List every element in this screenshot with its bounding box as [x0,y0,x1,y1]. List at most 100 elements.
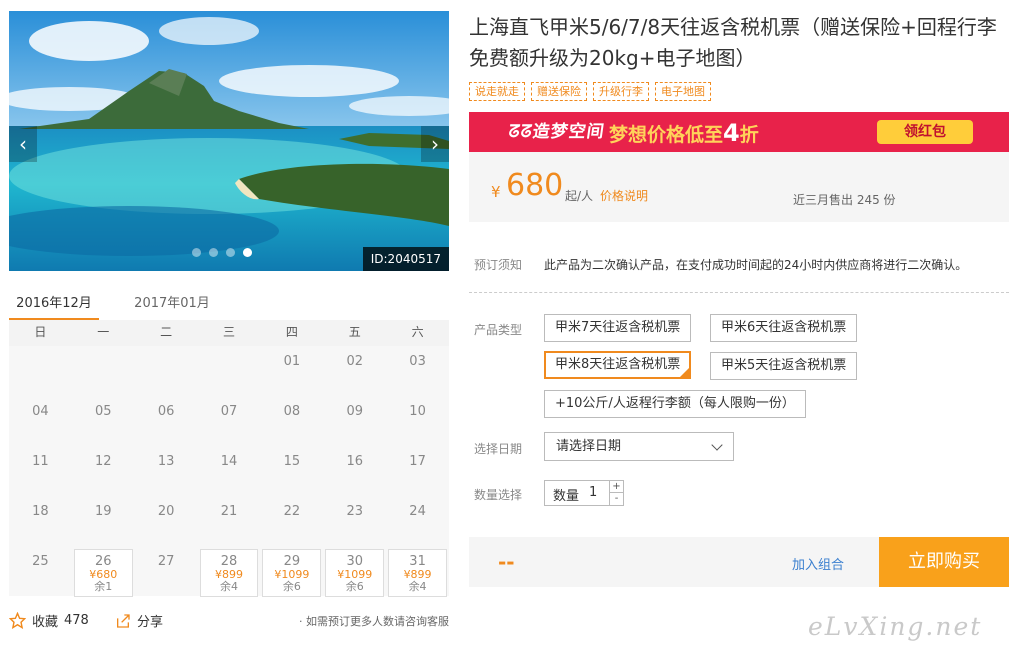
price-unit: 起/人 [565,189,594,203]
day-number: 20 [157,504,175,519]
month-tabs: 2016年12月 2017年01月 [9,287,449,321]
feature-tags: 说走就走 赠送保险 升级行李 电子地图 [469,82,711,101]
day-number: 24 [409,504,426,519]
date-select[interactable]: 请选择日期 [544,432,734,461]
calendar-day: 20 [135,496,198,546]
feature-tag: 升级行李 [593,82,649,101]
currency-symbol: ¥ [491,183,501,201]
calendar-day [72,346,135,396]
calendar-day: 27 [135,546,198,596]
calendar-day [9,346,72,396]
calendar-day: 04 [9,396,72,446]
calendar-day [135,346,198,396]
option-krabi-5day[interactable]: 甲米5天往返含税机票 [710,352,858,380]
calendar-day: 07 [198,396,261,446]
day-number: 29 [283,554,301,569]
carousel-dots [192,248,252,257]
calendar-day: 11 [9,446,72,496]
add-combo-link[interactable]: 加入组合 [792,554,844,573]
product-type-label: 产品类型 [474,323,523,337]
carousel-dot-active[interactable] [243,248,252,257]
day-number: 11 [32,454,49,469]
share-label: 分享 [137,615,164,630]
option-krabi-8day[interactable]: 甲米8天往返含税机票 [544,351,692,379]
quantity-inner-label: 数量 [553,489,580,504]
weekday-label: 六 [411,325,424,339]
calendar-day: 10 [386,396,449,446]
day-number: 14 [220,454,238,469]
tab-month-jan[interactable]: 2017年01月 [127,287,217,321]
chevron-down-icon [711,439,723,451]
notice-label: 预订须知 [474,258,523,272]
quantity-stepper[interactable]: 数量 1 + - [544,480,624,506]
price-box: ¥ 680 起/人 价格说明 近三月售出 245 份 [469,152,1009,222]
calendar-grid: 01 02 03 04 05 06 07 08 09 10 11 12 13 14 15 16 17 18 19 20… [9,346,449,597]
purchase-bar: -- 加入组合 立即购买 [469,537,1009,587]
day-number: 15 [283,454,301,469]
weekday-header: 日 一 二 三 四 五 六 [9,320,449,346]
feature-tag: 电子地图 [655,82,711,101]
carousel-dot[interactable] [226,248,235,257]
calendar-day: 23 [323,496,386,546]
promo-slogan-end: 折 [739,124,759,146]
calendar-day-available[interactable]: 28 ¥899 余4 [199,549,259,597]
favorite-button[interactable]: 收藏 478 [9,611,89,630]
buy-now-button[interactable]: 立即购买 [879,537,1009,587]
carousel-next-button[interactable]: › [421,126,449,162]
weekday-label: 一 [97,325,110,339]
calendar-day: 25 [9,546,72,596]
price-explain-link[interactable]: 价格说明 [600,187,648,204]
day-stock: 余4 [219,580,238,593]
day-number: 27 [157,554,175,569]
calendar-day: 14 [198,446,261,496]
calendar-day-available[interactable]: 30 ¥1099 余6 [325,549,385,597]
quantity-decrease-button[interactable]: - [609,493,623,505]
option-krabi-6day[interactable]: 甲米6天往返含税机票 [710,314,858,342]
day-number: 25 [32,554,49,569]
carousel-dot[interactable] [192,248,201,257]
carousel-prev-button[interactable]: ‹ [9,126,37,162]
day-number: 03 [409,354,426,369]
day-number: 01 [283,354,301,369]
promo-logo: ᘔᘔ造梦空间 [507,122,607,142]
option-krabi-7day[interactable]: 甲米7天往返含税机票 [544,314,692,342]
day-stock: 余6 [282,580,301,593]
day-number: 18 [32,504,49,519]
calendar-day-available[interactable]: 29 ¥1099 余6 [262,549,322,597]
calendar-day: 18 [9,496,72,546]
calendar-day: 05 [72,396,135,446]
day-number: 13 [157,454,175,469]
calendar-day-available[interactable]: 31 ¥899 余4 [388,549,447,597]
day-number: 06 [157,404,175,419]
day-number: 09 [346,404,363,419]
option-extra-baggage[interactable]: +10公斤/人返程行李额（每人限购一份） [544,390,806,418]
left-footer: 收藏 478 分享 · 如需预订更多人数请咨询客服 [9,609,449,631]
weekday-label: 五 [348,325,361,339]
calendar-day: 01 [260,346,323,396]
carousel-dot[interactable] [209,248,218,257]
share-icon [117,613,130,628]
day-stock: 余4 [408,580,427,593]
day-stock: 余6 [345,580,364,593]
day-number: 31 [409,554,426,569]
weekday-label: 二 [160,325,173,339]
quantity-value[interactable]: 1 [589,485,597,500]
hero-carousel[interactable]: ‹ › ID:2040517 [9,11,449,271]
quantity-increase-button[interactable]: + [609,481,623,493]
weekday-label: 四 [285,325,298,339]
day-number: 12 [95,454,112,469]
calendar-day: 06 [135,396,198,446]
calendar-day-available[interactable]: 26 ¥680 余1 [73,549,133,597]
calendar-day: 21 [198,496,261,546]
tab-month-dec[interactable]: 2016年12月 [9,287,99,321]
day-stock: 余1 [94,580,113,593]
day-number: 02 [346,354,363,369]
promo-banner[interactable]: ᘔᘔ造梦空间 梦想价格低至4折 领红包 [469,112,1009,152]
day-number: 28 [220,554,238,569]
divider [469,292,1009,293]
product-page: ‹ › ID:2040517 2016年12月 2017年01月 日 一 二 三… [0,0,1017,666]
day-number: 05 [95,404,112,419]
share-button[interactable]: 分享 [115,611,163,630]
date-calendar: 日 一 二 三 四 五 六 01 02 03 04 05 06 07 08 09 10 11 12 13… [9,320,449,597]
red-packet-button[interactable]: 领红包 [877,120,973,144]
